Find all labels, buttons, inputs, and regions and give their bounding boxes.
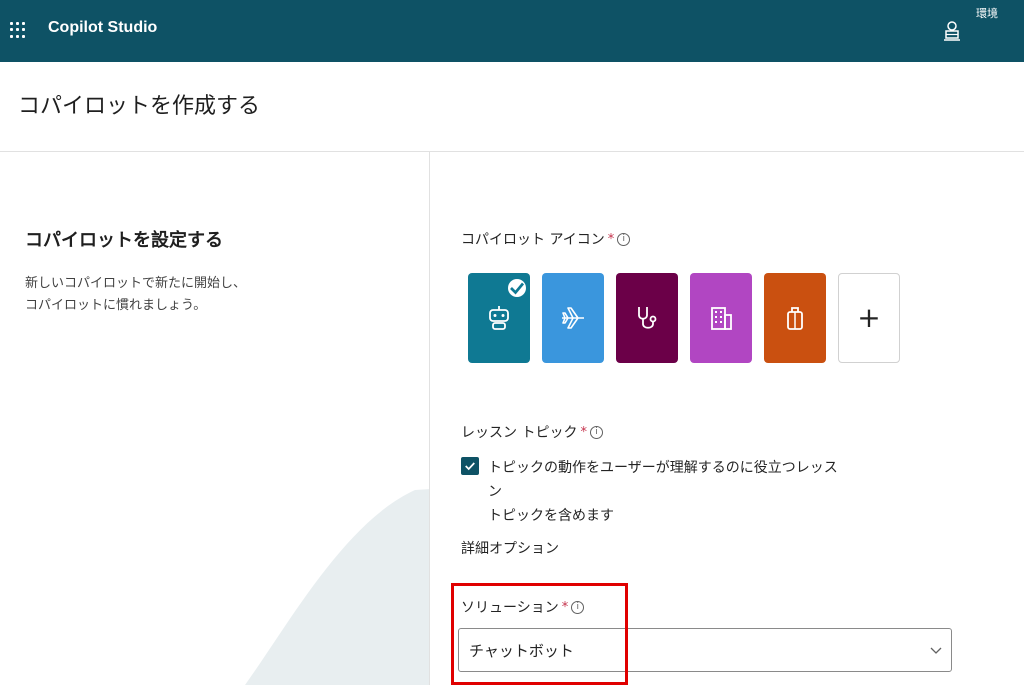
icon-option-building[interactable] [690,273,752,363]
building-icon [711,307,732,330]
bot-icon [489,306,509,330]
required-mark: * [607,231,615,247]
setup-heading: コパイロットを設定する [25,230,223,251]
copilot-icon-label-text: コパイロット アイコン [461,232,605,248]
setup-description-line-2: コパイロットに慣れましょう。 [25,298,207,313]
info-icon[interactable]: i [617,232,631,246]
icon-option-bot[interactable] [468,273,530,363]
info-icon[interactable]: i [589,425,603,439]
stethoscope-icon [638,307,657,329]
advanced-options-heading[interactable]: 詳細オプション [461,538,559,558]
icon-option-airplane[interactable] [542,273,604,363]
setup-description: 新しいコパイロットで新たに開始し、 コパイロットに慣れましょう。 [25,273,325,317]
selected-check-icon [508,279,526,297]
icon-option-stethoscope[interactable] [616,273,678,363]
checkmark-icon [465,462,475,471]
environment-label[interactable]: 環境 [976,5,998,21]
left-panel: コパイロットを設定する 新しいコパイロットで新たに開始し、 コパイロットに慣れま… [0,152,430,685]
environment-icon[interactable] [943,20,961,42]
lesson-topics-description-line-2: トピックを含めます [488,508,614,524]
setup-description-line-1: 新しいコパイロットで新たに開始し、 [25,276,247,291]
app-launcher-icon[interactable] [10,22,26,38]
required-mark: * [580,424,587,440]
lesson-topics-checkbox[interactable] [461,457,479,475]
airplane-icon [562,307,584,329]
chevron-down-icon [930,647,942,654]
app-title[interactable]: Copilot Studio [48,19,157,37]
lesson-topics-description[interactable]: トピックの動作をユーザーが理解するのに役立つレッスン トピックを含めます [488,456,848,528]
lesson-topics-description-line-1: トピックの動作をユーザーが理解するのに役立つレッスン [488,460,838,500]
lesson-topics-label-text: レッスン トピック [461,425,578,441]
top-bar: Copilot Studio 環境 [0,0,1024,62]
highlight-annotation-box [451,583,628,685]
icon-option-briefcase[interactable] [764,273,826,363]
copilot-icon-label: コパイロット アイコン * i [461,229,631,249]
add-icon-button[interactable]: + [838,273,900,363]
briefcase-icon [787,307,803,330]
plus-icon: + [857,301,881,334]
page-title: コパイロットを作成する [18,94,261,119]
lesson-topics-label: レッスン トピック * i [461,422,603,442]
